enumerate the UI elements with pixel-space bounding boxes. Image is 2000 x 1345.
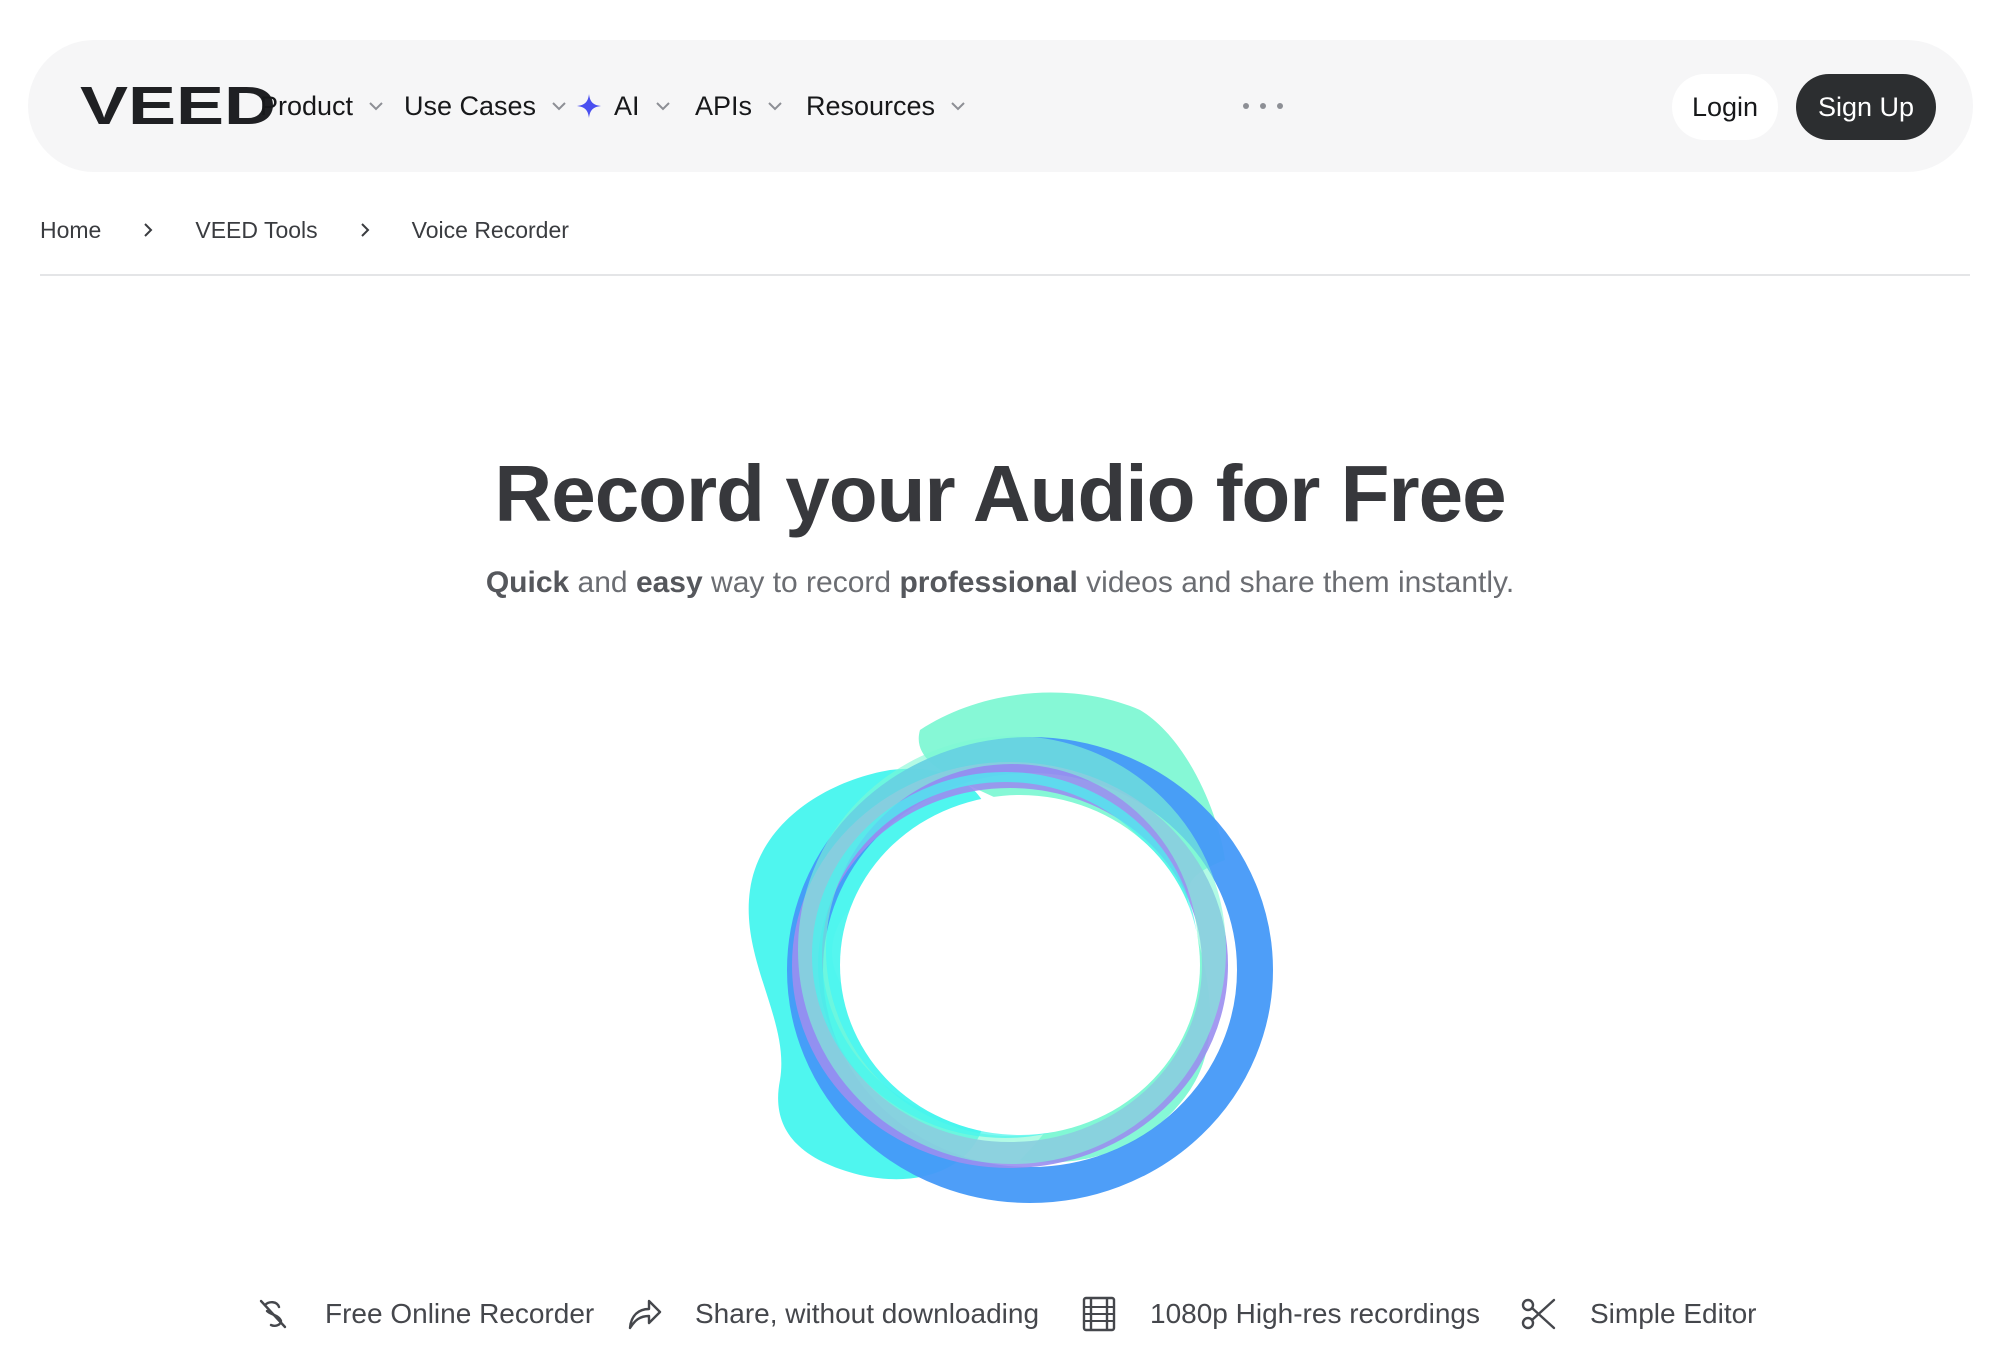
nav-item-apis[interactable]: APIs [695,40,784,172]
page-title: Record your Audio for Free [494,449,1506,538]
share-arrow-icon [628,1299,662,1330]
breadcrumb-home[interactable]: Home [40,217,101,244]
chevron-right-icon [360,223,370,237]
feature-share-without-downloading: Share, without downloading [625,1295,1039,1333]
scissors-icon [1521,1298,1556,1330]
chevron-down-icon [552,102,566,111]
nav-item-use-cases[interactable]: Use Cases [404,40,568,172]
nav-item-label: APIs [695,90,753,121]
no-money-icon [259,1299,287,1329]
more-dots-icon[interactable] [1243,92,1283,120]
login-button[interactable]: Login [1672,74,1778,140]
feature-high-res-recordings: 1080p High-res recordings [1080,1295,1480,1333]
feature-label: Simple Editor [1590,1298,1757,1329]
record-audio-button[interactable]: Record Audio [832,892,1172,1012]
feature-label: Share, without downloading [695,1298,1040,1329]
nav-item-ai[interactable]: AI [576,40,672,172]
veed-logo[interactable]: VEED [80,80,280,130]
record-audio-label: Record Audio [853,935,1049,968]
chevron-down-icon [951,102,965,111]
chevron-right-icon [144,223,153,237]
signup-button[interactable]: Sign Up [1796,74,1936,140]
nav-item-label: Product [260,90,354,121]
breadcrumb-veed-tools[interactable]: VEED Tools [195,217,317,244]
nav-item-resources[interactable]: Resources [806,40,967,172]
breadcrumb-divider [40,274,1970,276]
breadcrumb: Home VEED Tools Voice Recorder [40,210,569,250]
feature-free-online-recorder: Free Online Recorder [255,1295,594,1333]
nav-item-label: AI [614,90,640,121]
sparkle-icon [577,94,601,118]
feature-simple-editor: Simple Editor [1520,1295,1757,1333]
microphone-icon [1070,912,1151,992]
chevron-down-icon [369,102,383,111]
top-navigation-bar: VEED Product Use Cases AI APIs Resources… [28,40,1973,172]
nav-item-product[interactable]: Product [260,40,385,172]
nav-item-label: Resources [806,90,936,121]
feature-label: 1080p High-res recordings [1150,1298,1480,1329]
feature-label: Free Online Recorder [325,1298,595,1329]
chevron-down-icon [655,102,670,111]
film-icon [1082,1296,1116,1332]
page-subtitle: Quick and easy way to record professiona… [485,566,1515,599]
chevron-down-icon [768,102,782,111]
nav-item-label: Use Cases [404,90,537,121]
breadcrumb-current: Voice Recorder [411,216,569,243]
feature-list: Free Online Recorder Share, without down… [0,1295,2000,1345]
svg-text:VEED: VEED [80,80,276,130]
